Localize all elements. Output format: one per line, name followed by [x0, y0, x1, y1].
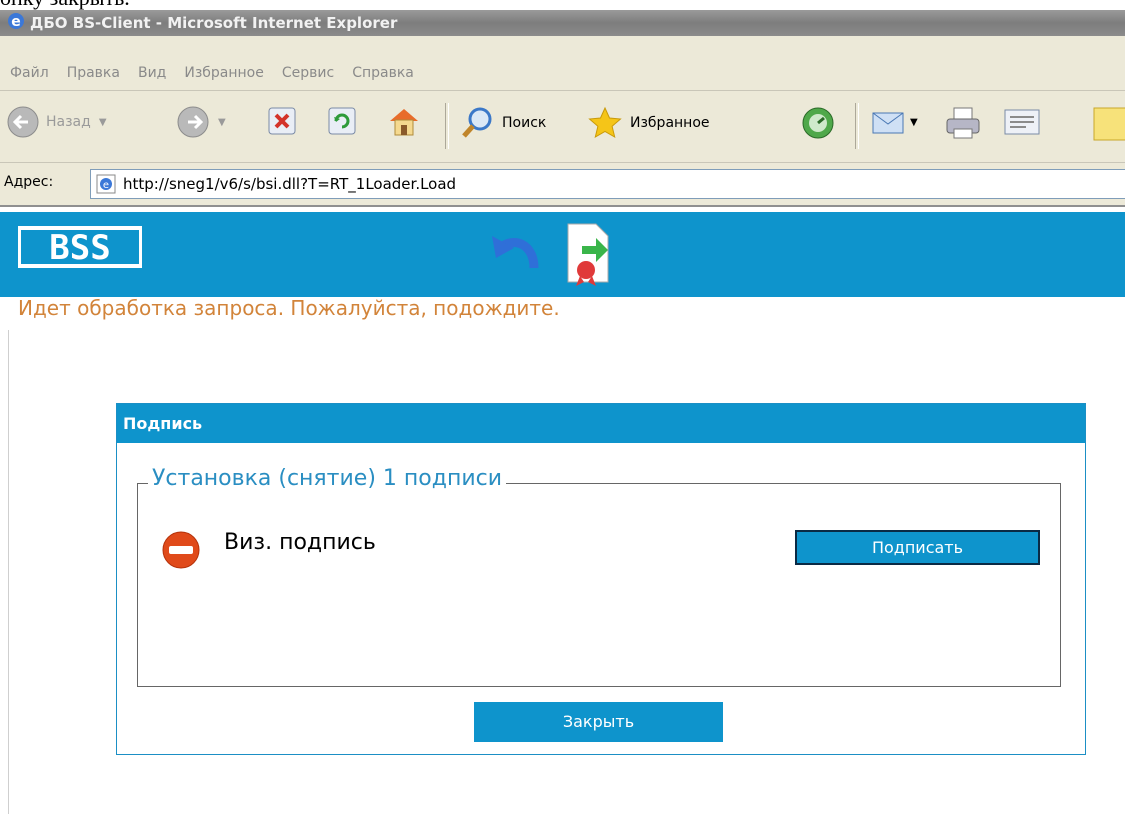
- logo-text: BSS: [49, 228, 110, 268]
- stop-button[interactable]: [266, 105, 298, 137]
- back-dropdown-icon: ▼: [98, 116, 107, 128]
- back-arrow-icon: [7, 106, 39, 138]
- home-button[interactable]: [386, 105, 422, 139]
- svg-text:e: e: [11, 14, 21, 30]
- edit-icon: [1004, 109, 1040, 135]
- cropped-caption: опку закрыть.: [0, 0, 130, 10]
- refresh-icon: [328, 107, 356, 135]
- address-bar: Адрес: e http://sneg1/v6/s/bsi.dll?T=RT_…: [0, 162, 1125, 207]
- media-button[interactable]: [800, 105, 836, 141]
- refresh-button[interactable]: [326, 105, 358, 137]
- search-icon: [462, 107, 492, 138]
- forward-dropdown-icon: ▼: [218, 116, 226, 128]
- stop-icon: [268, 107, 296, 135]
- status-message: Идет обработка запроса. Пожалуйста, подо…: [18, 296, 560, 320]
- menu-bar: Файл Правка Вид Избранное Сервис Справка: [0, 56, 1125, 90]
- window-title-bar: e ДБО BS-Client - Microsoft Internet Exp…: [0, 10, 1125, 36]
- signature-dialog: Подпись Установка (снятие) 1 подписи Виз…: [116, 403, 1086, 755]
- forward-button[interactable]: ▼: [176, 105, 226, 139]
- bss-header: BSS: [0, 212, 1125, 297]
- back-button[interactable]: Назад ▼: [6, 105, 107, 139]
- close-button[interactable]: Закрыть: [474, 702, 723, 742]
- sign-document-icon[interactable]: [562, 220, 614, 290]
- bss-logo: BSS: [17, 226, 143, 272]
- edit-button[interactable]: [1002, 105, 1042, 139]
- menu-edit[interactable]: Правка: [67, 65, 120, 81]
- media-icon: [802, 107, 834, 139]
- mail-dropdown-icon: ▼: [910, 116, 918, 128]
- toolbar-separator: [445, 103, 449, 149]
- search-button[interactable]: Поиск: [460, 105, 546, 141]
- favorites-button[interactable]: Избранное: [586, 105, 710, 141]
- menu-favorites[interactable]: Избранное: [184, 65, 264, 81]
- search-label: Поиск: [502, 115, 547, 131]
- mail-icon: [872, 112, 904, 134]
- back-curve-icon[interactable]: [486, 222, 548, 286]
- menu-view[interactable]: Вид: [138, 65, 166, 81]
- print-icon: [946, 107, 980, 139]
- no-entry-icon: [160, 529, 202, 575]
- home-icon: [390, 109, 418, 136]
- menu-help[interactable]: Справка: [352, 65, 414, 81]
- star-icon: [588, 106, 622, 139]
- page-icon: e: [96, 174, 116, 194]
- address-input[interactable]: e http://sneg1/v6/s/bsi.dll?T=RT_1Loader…: [90, 169, 1125, 199]
- toolbar-separator: [855, 103, 859, 149]
- address-label: Адрес:: [4, 174, 54, 190]
- back-label: Назад: [46, 114, 91, 130]
- menu-spacer: [0, 36, 1125, 57]
- mail-button[interactable]: ▼: [870, 105, 918, 139]
- svg-text:e: e: [103, 180, 109, 191]
- toolbar: Назад ▼ ▼ Поиск Избранное ▼: [0, 90, 1125, 163]
- page-left-border: [8, 330, 9, 814]
- signature-group: Установка (снятие) 1 подписи Виз. подпис…: [137, 466, 1061, 687]
- print-button[interactable]: [944, 105, 982, 141]
- menu-file[interactable]: Файл: [10, 65, 49, 81]
- discuss-button[interactable]: [1090, 105, 1125, 143]
- ie-icon: e: [6, 11, 26, 35]
- sign-button[interactable]: Подписать: [795, 530, 1040, 565]
- group-title: Установка (снятие) 1 подписи: [148, 466, 507, 491]
- dialog-title: Подпись: [117, 404, 1085, 443]
- forward-arrow-icon: [177, 106, 209, 138]
- note-icon: [1093, 107, 1125, 141]
- favorites-label: Избранное: [630, 115, 710, 131]
- address-url: http://sneg1/v6/s/bsi.dll?T=RT_1Loader.L…: [123, 175, 457, 193]
- signature-label: Виз. подпись: [224, 530, 376, 555]
- window-title: ДБО BS-Client - Microsoft Internet Explo…: [30, 14, 398, 32]
- menu-tools[interactable]: Сервис: [282, 65, 334, 81]
